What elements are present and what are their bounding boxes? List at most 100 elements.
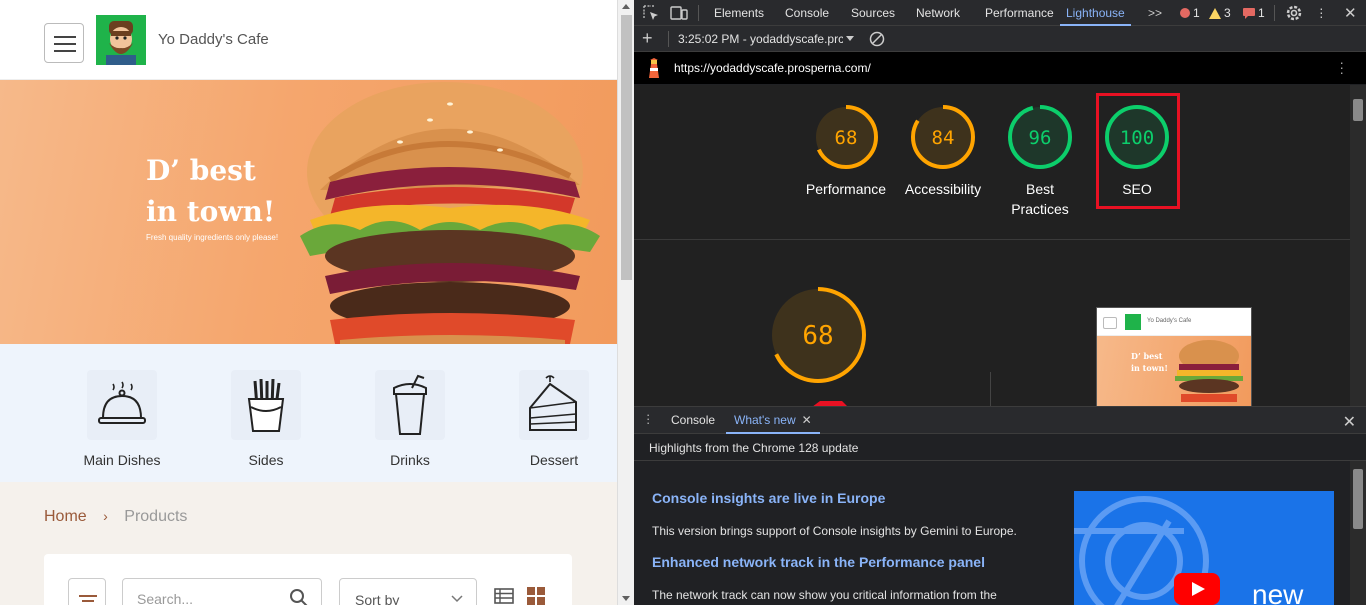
thumb-hero-title-line: D’ best	[1131, 351, 1163, 361]
cafe-logo-icon[interactable]	[96, 15, 146, 65]
grid-view-icon[interactable]	[526, 586, 546, 605]
whats-new-item-title[interactable]: Console insights are live in Europe	[652, 490, 885, 506]
drawer-menu-icon[interactable]: · · ·	[646, 408, 650, 429]
fries-icon	[231, 370, 301, 440]
customize-menu-icon[interactable]: · · ·	[1319, 1, 1324, 23]
thumb-hero-title-line: in town!	[1131, 363, 1168, 373]
warning-count: 3	[1224, 6, 1231, 20]
whats-new-video-thumbnail[interactable]: new	[1074, 491, 1334, 605]
score-gauge-performance[interactable]: 68 Performance	[796, 103, 896, 199]
report-scrollbar[interactable]	[1350, 85, 1366, 406]
hero-title: D’ best in town!	[146, 150, 275, 232]
filter-icon	[79, 595, 97, 605]
gauge-label: Accessibility	[904, 181, 982, 197]
youtube-play-icon[interactable]	[1174, 573, 1220, 605]
toolbar-divider	[668, 31, 669, 47]
section-divider	[634, 239, 1350, 240]
scroll-up-icon[interactable]	[622, 4, 630, 9]
devtools-panel: Elements Console Sources Network Perform…	[634, 0, 1366, 605]
seo-highlight-box	[1096, 93, 1180, 209]
drawer-tab-label: What's new	[734, 413, 796, 427]
page-screenshot-thumbnail[interactable]: Yo Daddy's Cafe D’ best in town!	[1096, 307, 1252, 406]
more-tabs-icon[interactable]: >>	[1148, 0, 1162, 26]
breadcrumb: Home › Products	[44, 508, 187, 526]
drawer-tab-console[interactable]: Console	[671, 407, 715, 434]
lighthouse-url-bar: https://yodaddyscafe.prosperna.com/ · · ·	[634, 52, 1366, 84]
scrollbar-thumb[interactable]	[1353, 99, 1363, 121]
sort-dropdown[interactable]: Sort by	[339, 578, 477, 605]
lighthouse-icon	[649, 58, 659, 78]
search-field[interactable]	[122, 578, 322, 605]
score-gauge-best-practices[interactable]: 96 Best Practices	[990, 103, 1090, 219]
website-scrollbar[interactable]	[617, 0, 634, 605]
whats-new-title: Highlights from the Chrome 128 update	[649, 441, 859, 455]
site-name[interactable]: Yo Daddy's Cafe	[158, 31, 269, 48]
gauge-label: Performance	[805, 181, 887, 197]
lighthouse-toolbar: + 3:25:02 PM - yodaddyscafe.prc	[634, 26, 1366, 52]
breadcrumb-home-link[interactable]: Home	[44, 508, 87, 525]
device-toolbar-icon[interactable]	[670, 5, 688, 21]
whats-new-item-text: This version brings support of Console i…	[652, 524, 1017, 538]
warning-icon	[1209, 7, 1221, 19]
category-main-dishes[interactable]: Main Dishes	[62, 370, 182, 468]
scrollbar-thumb[interactable]	[1353, 469, 1363, 529]
sort-label: Sort by	[355, 592, 400, 605]
filter-button[interactable]	[68, 578, 106, 605]
category-dessert[interactable]: Dessert	[494, 370, 614, 468]
tab-lighthouse[interactable]: Lighthouse	[1060, 0, 1131, 26]
search-icon[interactable]	[289, 588, 309, 605]
error-icon	[1180, 8, 1190, 18]
category-label: Dessert	[529, 452, 579, 468]
product-toolbar: Sort by	[44, 554, 572, 605]
site-header: Yo Daddy's Cafe	[0, 0, 617, 80]
audited-url[interactable]: https://yodaddyscafe.prosperna.com/	[674, 61, 871, 75]
report-selector[interactable]: 3:25:02 PM - yodaddyscafe.prc	[678, 32, 843, 46]
close-tab-icon[interactable]: ✕	[802, 413, 812, 427]
category-sides[interactable]: Sides	[206, 370, 326, 468]
inspect-element-icon[interactable]	[643, 5, 659, 21]
tab-performance[interactable]: Performance	[985, 0, 1054, 26]
gauge-score: 84	[932, 127, 955, 149]
tab-elements[interactable]: Elements	[714, 0, 764, 26]
search-input[interactable]	[137, 591, 287, 605]
close-devtools-icon[interactable]: ✕	[1344, 4, 1357, 22]
new-report-icon[interactable]: +	[642, 28, 653, 49]
whats-new-item-title[interactable]: Enhanced network track in the Performanc…	[652, 554, 985, 570]
list-view-icon[interactable]	[494, 588, 514, 604]
warning-count-badge[interactable]: 3	[1209, 6, 1231, 20]
gauge-score: 68	[802, 321, 833, 351]
thumb-burger-image	[1175, 340, 1243, 402]
report-dropdown-icon[interactable]	[846, 36, 854, 41]
tab-console[interactable]: Console	[785, 0, 829, 26]
breadcrumb-current: Products	[124, 508, 188, 525]
menu-bar-icon	[54, 36, 76, 38]
tab-network[interactable]: Network	[916, 0, 960, 26]
cake-slice-icon	[519, 370, 589, 440]
score-gauge-accessibility[interactable]: 84 Accessibility	[893, 103, 993, 199]
scrollbar-thumb[interactable]	[621, 15, 632, 280]
whats-new-scrollbar[interactable]	[1350, 461, 1366, 605]
issues-count-badge[interactable]: 1	[1243, 6, 1265, 20]
whats-new-content: Console insights are live in Europe This…	[634, 461, 1350, 605]
menu-bar-icon	[54, 50, 76, 52]
clear-reports-icon[interactable]	[869, 31, 885, 47]
burger-image	[300, 82, 600, 344]
performance-main-gauge: 68	[768, 285, 868, 388]
issues-count: 1	[1258, 6, 1265, 20]
error-count-badge[interactable]: 1	[1180, 6, 1200, 20]
drawer-tab-bar: · · · Console What's new ✕ ✕	[634, 406, 1366, 434]
drawer-tab-whats-new[interactable]: What's new ✕	[726, 407, 820, 434]
close-drawer-icon[interactable]: ✕	[1343, 412, 1356, 432]
report-menu-icon[interactable]: · · ·	[1339, 55, 1344, 79]
category-drinks[interactable]: Drinks	[350, 370, 470, 468]
settings-gear-icon[interactable]	[1285, 4, 1303, 22]
devtools-tab-bar: Elements Console Sources Network Perform…	[634, 0, 1366, 26]
category-label: Main Dishes	[83, 452, 161, 468]
issues-icon	[1243, 7, 1255, 19]
toolbar-divider	[1274, 5, 1275, 21]
thumb-hero-title: D’ best in town!	[1131, 350, 1168, 374]
scroll-down-icon[interactable]	[622, 596, 630, 601]
tab-sources[interactable]: Sources	[851, 0, 895, 26]
hamburger-menu-button[interactable]	[44, 23, 84, 63]
thumb-menu-icon	[1103, 317, 1117, 329]
